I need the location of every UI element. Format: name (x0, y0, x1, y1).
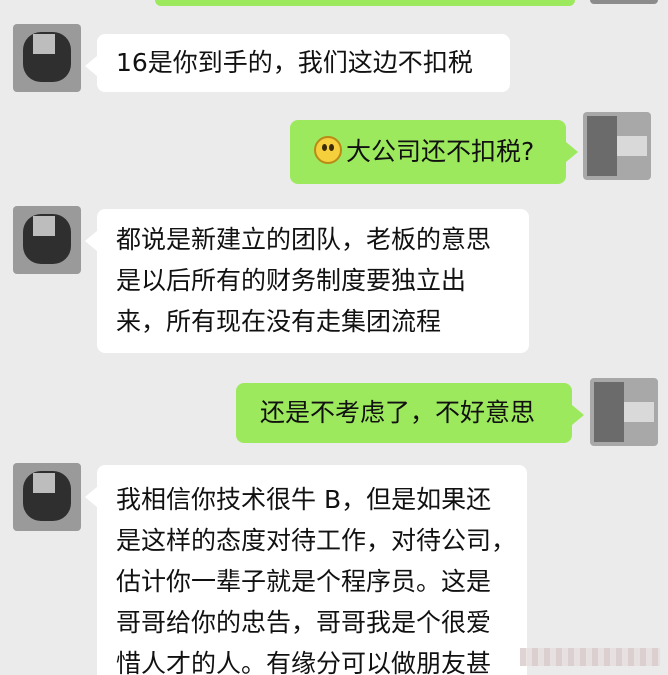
message-bubble-incoming[interactable]: 都说是新建立的团队，老板的意思 是以后所有的财务制度要独立出 来，所有现在没有走… (85, 209, 529, 353)
message-text-line: 哥哥给你的忠告，哥哥我是个很爱 (116, 608, 492, 637)
message-text-line: 我相信你技术很牛 B，但是如果还 (116, 485, 492, 514)
message-bubble-incoming[interactable]: 我相信你技术很牛 B，但是如果还 是这样的态度对待工作，对待公司， 估计你一辈子… (85, 465, 527, 675)
message-bubble-outgoing[interactable]: 大公司还不扣税? (290, 120, 578, 184)
avatar-mosaic (624, 402, 654, 422)
message-text: 大公司还不扣税? (346, 137, 535, 166)
avatar-self[interactable] (590, 378, 658, 446)
message-text-line: 是这样的态度对待工作，对待公司， (116, 526, 517, 555)
message-bubble-incoming[interactable]: 16是你到手的，我们这边不扣税 (85, 34, 510, 92)
avatar-contact[interactable] (13, 206, 81, 274)
message-bubble-cropped-top (155, 0, 575, 6)
avatar-blur (594, 382, 624, 442)
smiley-emoji-icon (314, 136, 342, 164)
message-text-line: 估计你一辈子就是个程序员。这是 (116, 567, 492, 596)
message-text-line: 都说是新建立的团队，老板的意思 (116, 225, 492, 254)
message-text-line: 是以后所有的财务制度要独立出 (116, 266, 467, 295)
avatar-mosaic (33, 34, 55, 54)
avatar-blur (587, 116, 617, 176)
avatar-contact[interactable] (13, 463, 81, 531)
avatar-mosaic (33, 473, 55, 493)
message-bubble-outgoing[interactable]: 还是不考虑了，不好意思 (236, 383, 584, 443)
message-text-line: 来，所有现在没有走集团流程 (116, 307, 442, 336)
watermark-strip (520, 648, 660, 666)
message-text-line: 惜人才的人。有缘分可以做朋友甚 (116, 649, 492, 675)
avatar-contact[interactable] (13, 24, 81, 92)
avatar-mosaic (617, 136, 647, 156)
avatar-mosaic (33, 216, 55, 236)
message-text: 16是你到手的，我们这边不扣税 (116, 48, 473, 77)
chat-window: GZ-PP 16是你到手的，我们这边不扣税 大公司还不扣税? 都说是新建立的团队… (0, 0, 668, 675)
avatar-cropped-top (590, 0, 658, 4)
avatar-self[interactable] (583, 112, 651, 180)
message-text: 还是不考虑了，不好意思 (260, 398, 536, 427)
